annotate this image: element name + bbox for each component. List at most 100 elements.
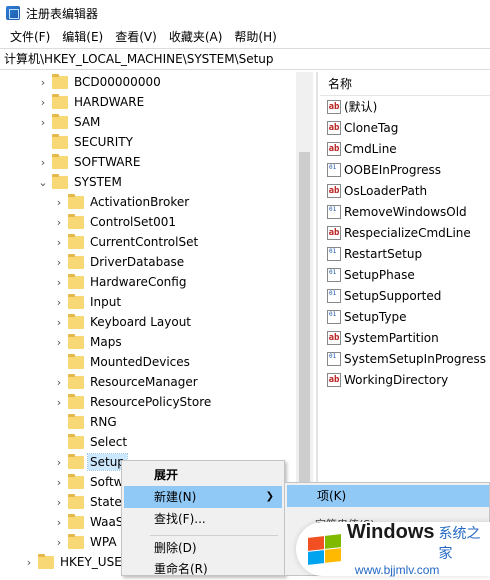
value-row[interactable]: abCloneTag bbox=[320, 117, 490, 138]
tree-node[interactable]: ›DriverDatabase bbox=[52, 252, 186, 272]
ctx-find[interactable]: 查找(F)... bbox=[124, 508, 282, 530]
menu-file[interactable]: 文件(F) bbox=[4, 26, 56, 48]
tree-node[interactable]: ›BCD00000000 bbox=[36, 72, 163, 92]
tree-node[interactable]: ⌄ SYSTEM bbox=[36, 172, 124, 192]
folder-icon bbox=[68, 456, 84, 469]
tree-node[interactable]: › Softw bbox=[52, 472, 126, 492]
folder-icon bbox=[52, 76, 68, 89]
folder-icon bbox=[68, 516, 84, 529]
menu-favorites[interactable]: 收藏夹(A) bbox=[163, 26, 229, 48]
value-row[interactable]: abOsLoaderPath bbox=[320, 180, 490, 201]
menu-help[interactable]: 帮助(H) bbox=[228, 26, 282, 48]
tree-node[interactable]: ›WPA bbox=[52, 532, 119, 552]
tree-node[interactable]: ›CurrentControlSet bbox=[52, 232, 200, 252]
expand-arrow-icon[interactable]: › bbox=[52, 395, 66, 409]
tree-node[interactable]: RNG bbox=[52, 412, 119, 432]
value-row[interactable]: 01 10RestartSetup bbox=[320, 243, 490, 264]
collapse-arrow-icon[interactable]: ⌄ bbox=[36, 175, 50, 189]
ctx-new[interactable]: 新建(N) ❯ bbox=[124, 486, 282, 508]
ctx-separator bbox=[150, 535, 278, 536]
tree-node[interactable]: ›ResourcePolicyStore bbox=[52, 392, 213, 412]
expand-arrow-icon[interactable]: › bbox=[52, 495, 66, 509]
expand-arrow-icon[interactable]: › bbox=[52, 455, 66, 469]
tree-node[interactable]: Select bbox=[52, 432, 129, 452]
value-row[interactable]: 01 10SetupPhase bbox=[320, 264, 490, 285]
tree-node[interactable]: ›ResourceManager bbox=[52, 372, 200, 392]
tree-node[interactable]: ›Maps bbox=[52, 332, 124, 352]
expand-arrow-icon[interactable]: › bbox=[52, 215, 66, 229]
expand-arrow-icon[interactable]: › bbox=[52, 475, 66, 489]
value-row[interactable]: abSystemPartition bbox=[320, 327, 490, 348]
expand-arrow-icon[interactable]: › bbox=[52, 195, 66, 209]
value-row[interactable]: abRespecializeCmdLine bbox=[320, 222, 490, 243]
expand-arrow-icon[interactable]: › bbox=[36, 115, 50, 129]
expand-arrow-icon[interactable]: › bbox=[52, 375, 66, 389]
values-list: ab(默认)abCloneTagabCmdLine01 10OOBEInProg… bbox=[320, 96, 490, 390]
tree-node[interactable]: MountedDevices bbox=[52, 352, 192, 372]
tree-node[interactable]: › SAM bbox=[36, 112, 102, 132]
folder-icon bbox=[68, 436, 84, 449]
folder-icon bbox=[52, 136, 68, 149]
tree-node-label: SYSTEM bbox=[72, 174, 124, 190]
expand-arrow-icon[interactable]: › bbox=[36, 75, 50, 89]
value-row[interactable]: 01 10SetupType bbox=[320, 306, 490, 327]
tree-node[interactable]: ›Keyboard Layout bbox=[52, 312, 193, 332]
expand-arrow-icon bbox=[52, 355, 66, 369]
column-header-name[interactable]: 名称 bbox=[320, 72, 490, 96]
address-bar[interactable]: 计算机\HKEY_LOCAL_MACHINE\SYSTEM\Setup bbox=[0, 48, 490, 70]
tree-node[interactable]: › Input bbox=[52, 292, 123, 312]
tree-node-label: RNG bbox=[88, 414, 119, 430]
tree-node[interactable]: ›HARDWARE bbox=[36, 92, 146, 112]
ctx-rename[interactable]: 重命名(R) bbox=[124, 558, 282, 580]
folder-icon bbox=[52, 116, 68, 129]
expand-arrow-icon[interactable]: › bbox=[52, 515, 66, 529]
tree-node[interactable]: ›ActivationBroker bbox=[52, 192, 191, 212]
expand-arrow-icon[interactable]: › bbox=[36, 155, 50, 169]
value-row[interactable]: 01 10RemoveWindowsOld bbox=[320, 201, 490, 222]
value-name: SystemPartition bbox=[344, 331, 439, 345]
tree-node-label: State bbox=[88, 494, 124, 510]
tree-node[interactable]: ›SOFTWARE bbox=[36, 152, 142, 172]
expand-arrow-icon[interactable]: › bbox=[52, 275, 66, 289]
expand-arrow-icon[interactable]: › bbox=[52, 335, 66, 349]
tree-node-label: ControlSet001 bbox=[88, 214, 178, 230]
tree-node-label: SAM bbox=[72, 114, 102, 130]
expand-arrow-icon[interactable]: › bbox=[52, 535, 66, 549]
expand-arrow-icon[interactable]: › bbox=[52, 255, 66, 269]
string-value-icon: ab bbox=[327, 142, 341, 156]
tree-node[interactable]: SECURITY bbox=[36, 132, 135, 152]
tree-node-label: Softw bbox=[88, 474, 126, 490]
value-row[interactable]: abCmdLine bbox=[320, 138, 490, 159]
expand-arrow-icon bbox=[52, 415, 66, 429]
folder-icon bbox=[68, 396, 84, 409]
submenu-key[interactable]: 项(K) bbox=[287, 485, 489, 507]
tree-node[interactable]: ›HKEY_USER bbox=[22, 552, 132, 572]
value-row[interactable]: ab(默认) bbox=[320, 96, 490, 117]
expand-arrow-icon[interactable]: › bbox=[52, 315, 66, 329]
value-row[interactable]: 01 10SystemSetupInProgress bbox=[320, 348, 490, 369]
tree-node-label: HardwareConfig bbox=[88, 274, 188, 290]
value-name: CloneTag bbox=[344, 121, 398, 135]
tree-node[interactable]: › HardwareConfig bbox=[52, 272, 188, 292]
tree-node[interactable]: › ControlSet001 bbox=[52, 212, 178, 232]
tree-node-label: Input bbox=[88, 294, 123, 310]
tree-node[interactable]: ›Setup bbox=[52, 452, 127, 472]
expand-arrow-icon[interactable]: › bbox=[22, 555, 36, 569]
value-name: RestartSetup bbox=[344, 247, 422, 261]
folder-icon bbox=[68, 496, 84, 509]
value-row[interactable]: 01 10OOBEInProgress bbox=[320, 159, 490, 180]
tree-node[interactable]: ›WaaS bbox=[52, 512, 125, 532]
tree-node[interactable]: › State bbox=[52, 492, 124, 512]
folder-icon bbox=[68, 276, 84, 289]
value-row[interactable]: abWorkingDirectory bbox=[320, 369, 490, 390]
ctx-delete[interactable]: 删除(D) bbox=[124, 537, 282, 559]
expand-arrow-icon[interactable]: › bbox=[52, 235, 66, 249]
expand-arrow-icon[interactable]: › bbox=[36, 95, 50, 109]
value-row[interactable]: 01 10SetupSupported bbox=[320, 285, 490, 306]
string-value-icon: ab bbox=[327, 100, 341, 114]
menu-edit[interactable]: 编辑(E) bbox=[56, 26, 109, 48]
string-value-icon: ab bbox=[327, 184, 341, 198]
expand-arrow-icon[interactable]: › bbox=[52, 295, 66, 309]
menu-view[interactable]: 查看(V) bbox=[109, 26, 163, 48]
ctx-expand[interactable]: 展开 bbox=[124, 464, 282, 486]
